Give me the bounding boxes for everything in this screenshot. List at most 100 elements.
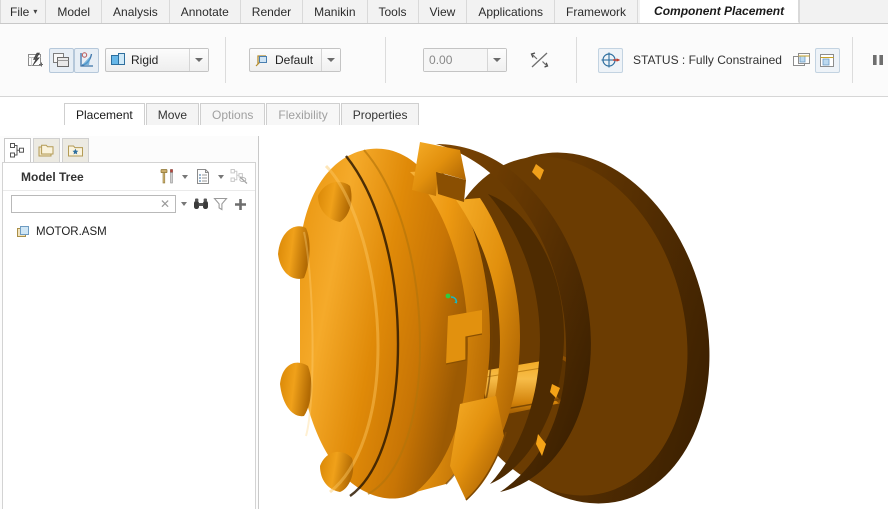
offset-dropdown-button[interactable] — [487, 49, 507, 71]
settings-tools-button[interactable] — [157, 167, 177, 187]
constraint-set-dropdown-button[interactable] — [321, 49, 341, 71]
model-tree: MOTOR.ASM — [3, 217, 255, 241]
connection-type-combo[interactable]: Rigid — [105, 48, 209, 72]
funnel-icon — [213, 197, 228, 211]
settings-dropdown-caret[interactable] — [182, 174, 188, 179]
ribbon-tab-framework[interactable]: Framework — [555, 0, 639, 23]
offset-value-combo[interactable]: 0.00 — [423, 48, 508, 72]
rigid-connection-icon — [111, 53, 125, 65]
connection-type-value-wrap: Rigid — [106, 49, 189, 71]
model-render-motor-asm[interactable] — [260, 136, 888, 509]
status-group: STATUS : Fully Constrained — [598, 38, 840, 82]
toolbar-divider-4 — [851, 37, 853, 83]
constraint-set-group: Default — [249, 38, 342, 82]
filter-button[interactable] — [212, 194, 229, 214]
connection-type-dropdown-button[interactable] — [189, 49, 208, 71]
graphics-window[interactable] — [260, 136, 888, 509]
subtab-properties[interactable]: Properties — [340, 103, 420, 125]
ribbon-tab-applications[interactable]: Applications — [467, 0, 556, 23]
search-input[interactable] — [16, 198, 158, 210]
ribbon-tab-view[interactable]: View — [418, 0, 468, 23]
flip-constraint-button[interactable] — [527, 48, 552, 73]
move-target-icon — [601, 52, 620, 67]
connection-curve-button[interactable] — [74, 47, 99, 73]
ribbon-tab-manikin[interactable]: Manikin — [303, 0, 368, 23]
search-history-caret[interactable] — [181, 202, 188, 206]
constraint-set-value-wrap: Default — [250, 49, 321, 71]
hammer-screwdriver-icon — [160, 169, 173, 184]
binoculars-icon — [193, 198, 208, 209]
ribbon-tab-annotate[interactable]: Annotate — [169, 0, 241, 23]
separate-window-toggle[interactable] — [814, 47, 840, 73]
add-button[interactable] — [232, 194, 249, 214]
toolbar-divider-3 — [576, 37, 578, 83]
ribbon-tab-render[interactable]: Render — [240, 0, 304, 23]
coordinate-system-icon — [255, 55, 267, 67]
tree-item-label: MOTOR.ASM — [36, 226, 107, 238]
placement-panel-toggle[interactable] — [790, 48, 815, 73]
ribbon-tab-tools[interactable]: Tools — [367, 0, 419, 23]
ribbon-tab-filler — [799, 0, 888, 23]
tree-item-motor-asm[interactable]: MOTOR.ASM — [3, 223, 255, 241]
model-tree-filter-row: ✕ — [3, 191, 255, 217]
folder-star-icon — [68, 145, 83, 156]
connection-type-label: Rigid — [131, 53, 159, 67]
model-tree-title: Model Tree — [21, 169, 84, 184]
subtab-move[interactable]: Move — [145, 103, 200, 125]
plus-icon — [235, 198, 247, 210]
chevron-down-icon — [195, 58, 203, 62]
clear-x-icon[interactable]: ✕ — [158, 198, 172, 210]
favorites-tab[interactable] — [62, 138, 89, 162]
creo-main-window: File ▾ Model Analysis Annotate Render Ma… — [0, 0, 888, 509]
motor-assembly-3d — [278, 142, 710, 504]
model-tree-header: Model Tree — [3, 163, 255, 191]
curve-axis-icon — [80, 51, 93, 67]
subtab-options[interactable]: Options — [200, 103, 266, 125]
ribbon-tab-component-placement[interactable]: Component Placement — [640, 0, 800, 23]
ribbon-tab-file-label: File — [10, 4, 30, 19]
ribbon-tab-bar: File ▾ Model Analysis Annotate Render Ma… — [0, 0, 888, 24]
constraint-set-combo[interactable]: Default — [249, 48, 342, 72]
search-button[interactable] — [192, 194, 209, 214]
toolbar-divider-2 — [385, 37, 387, 83]
assembly-icon — [17, 225, 29, 237]
model-tree-tab[interactable] — [4, 138, 31, 162]
tree-nodes-icon — [10, 143, 24, 158]
automatic-placement-button[interactable] — [24, 48, 49, 73]
window-panel-filled-icon — [820, 53, 835, 67]
navigator-tab-strip — [0, 136, 258, 162]
display-list-button[interactable] — [193, 167, 213, 187]
dashboard-subtab-bar: Placement Move Options Flexibility Prope… — [64, 101, 420, 125]
subtab-placement[interactable]: Placement — [64, 103, 145, 125]
constraint-set-label: Default — [275, 53, 314, 67]
separate-window-button[interactable] — [49, 47, 74, 73]
sketch-lightning-icon — [28, 52, 43, 66]
ribbon-tab-analysis[interactable]: Analysis — [102, 0, 170, 23]
toolbar-divider-1 — [225, 37, 226, 83]
ribbon-tab-file[interactable]: File ▾ — [0, 0, 47, 23]
caret-down-icon: ▾ — [33, 7, 38, 16]
tree-hidden-icon — [230, 169, 248, 184]
offset-group: 0.00 — [423, 38, 552, 82]
stacked-windows-icon — [53, 52, 69, 67]
folders-icon — [38, 144, 54, 156]
ribbon-tab-model[interactable]: Model — [46, 0, 103, 23]
pause-icon — [873, 55, 884, 65]
display-dropdown-caret[interactable] — [218, 174, 224, 179]
drag-component-button[interactable] — [598, 47, 624, 73]
pause-button[interactable] — [866, 48, 888, 73]
navigator-pane: Model Tree ✕ MOTOR.ASM — [0, 136, 259, 509]
subtab-flexibility[interactable]: Flexibility — [266, 103, 340, 125]
window-panel-icon — [793, 52, 811, 66]
status-badge: STATUS : Fully Constrained — [633, 53, 782, 67]
connection-group: Rigid — [24, 38, 209, 82]
ribbon-content: Rigid Default 0.00 STATUS: Fully Constr… — [0, 24, 888, 97]
placement-toolbar: Rigid Default 0.00 STATUS: Fully Constr… — [24, 37, 888, 83]
folder-browser-tab[interactable] — [33, 138, 60, 162]
model-tree-panel: Model Tree ✕ MOTOR.ASM — [2, 162, 256, 509]
chevron-down-icon — [493, 58, 502, 62]
search-input-wrap[interactable]: ✕ — [11, 195, 177, 213]
offset-value[interactable]: 0.00 — [424, 49, 488, 71]
document-list-icon — [196, 169, 209, 184]
tree-filter-off-button[interactable] — [229, 167, 249, 187]
